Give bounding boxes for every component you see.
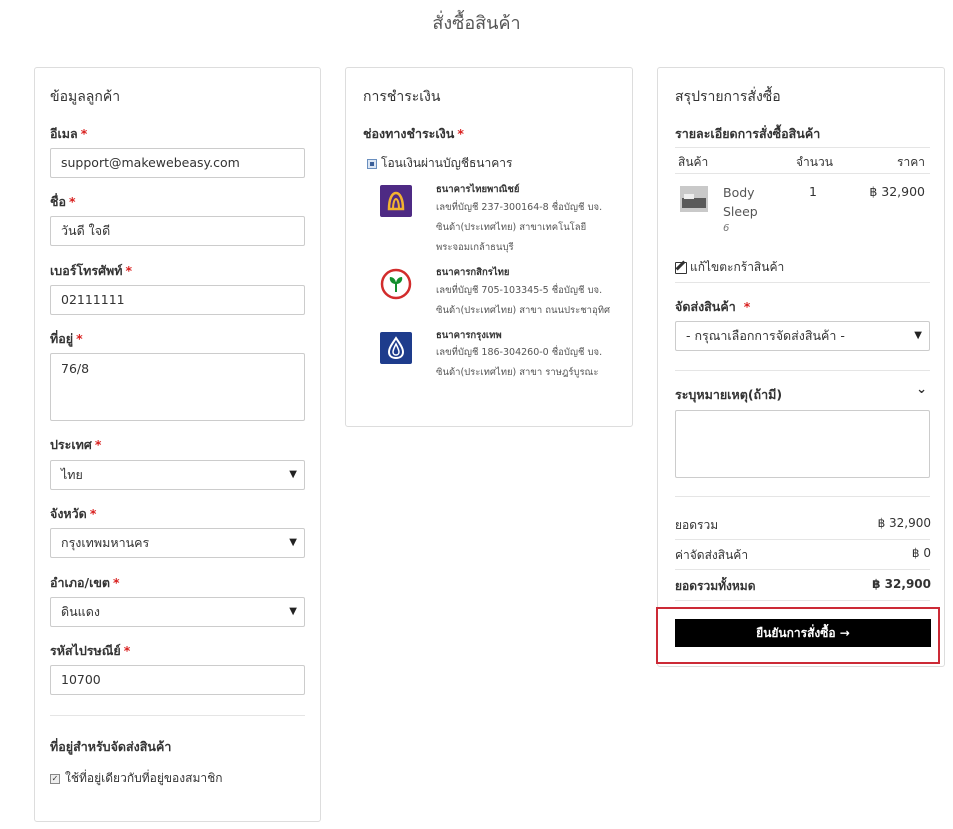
customer-panel-title: ข้อมูลลูกค้า [50,89,121,105]
divider [675,600,930,601]
country-label: ประเทศ * [50,437,102,452]
col-product-header: สินค้า [678,155,709,169]
shipping-cost-row: ค่าจัดส่งสินค้า฿ 0 [675,546,931,562]
product-thumbnail [680,186,708,212]
edit-cart-link[interactable]: แก้ไขตะกร้าสินค้า [675,258,784,277]
address-textarea[interactable]: 76/8 [50,353,305,421]
product-price: ฿ 32,900 [869,184,925,199]
scb-logo-icon [380,185,412,217]
page-title: สั่งซื้อสินค้า [432,13,521,34]
product-qty: 1 [809,184,817,199]
bank-detail: เลขที่บัญชี 237-300164-8 ชื่อบัญชี บจ. ซ… [436,202,603,253]
email-label: อีเมล * [50,126,88,141]
country-select[interactable]: ไทย ▼ [50,460,305,490]
edit-icon [675,260,687,274]
note-toggle-chevron-icon[interactable]: ⌄ [916,382,927,397]
col-price-header: ราคา [897,155,925,169]
divider [675,569,930,570]
note-textarea[interactable] [675,410,930,478]
bank-detail: เลขที่บัญชี 705-103345-5 ชื่อบัญชี บจ. ซ… [436,285,610,316]
divider [50,715,305,716]
divider [675,282,930,283]
district-label: อำเภอ/เขต * [50,575,120,590]
total-row: ยอดรวมทั้งหมด฿ 32,900 [675,577,931,593]
confirm-button-highlight [656,607,940,664]
district-select[interactable]: ดินแดง ▼ [50,597,305,627]
col-qty-header: จำนวน [796,155,833,169]
chevron-down-icon: ▼ [289,606,297,617]
province-label: จังหวัด * [50,506,97,521]
shipping-label: จัดส่งสินค้า * [675,299,751,314]
customer-panel: ข้อมูลลูกค้า อีเมล * support@makewebeasy.… [34,67,321,822]
order-summary-panel: สรุปรายการสั่งซื้อ รายละเอียดการสั่งซื้อ… [657,67,945,667]
bbl-logo-icon [380,332,412,364]
order-details-label: รายละเอียดการสั่งซื้อสินค้า [675,126,821,141]
summary-panel-title: สรุปรายการสั่งซื้อ [675,89,781,105]
chevron-down-icon: ▼ [914,330,922,341]
phone-label: เบอร์โทรศัพท์ * [50,263,133,278]
phone-field[interactable]: 02111111 [50,285,305,315]
chevron-down-icon: ▼ [289,469,297,480]
product-name[interactable]: Body Sleep [723,183,758,221]
postcode-field[interactable]: 10700 [50,665,305,695]
bank-transfer-option[interactable]: โอนเงินผ่านบัญชีธนาคาร [367,154,512,173]
postcode-label: รหัสไปรษณีย์ * [50,643,131,658]
divider [675,173,930,174]
divider [675,147,930,148]
divider [675,539,930,540]
divider [675,370,930,371]
radio-selected-icon[interactable] [367,158,377,169]
payment-panel-title: การชำระเงิน [363,89,441,105]
email-field[interactable]: support@makewebeasy.com [50,148,305,178]
shipping-address-title: ที่อยู่สำหรับจัดส่งสินค้า [50,739,172,754]
note-label: ระบุหมายเหตุ(ถ้ามี) [675,387,783,402]
payment-panel: การชำระเงิน ช่องทางชำระเงิน * โอนเงินผ่าน… [345,67,633,427]
bank-name: ธนาคารกสิกรไทย [436,267,510,278]
checkbox-checked-icon[interactable]: ✓ [50,773,60,784]
divider [675,496,930,497]
bank-name: ธนาคารกรุงเทพ [436,330,502,341]
chevron-down-icon: ▼ [289,537,297,548]
payment-channel-label: ช่องทางชำระเงิน * [363,126,464,141]
product-variant: 6 [723,223,730,234]
subtotal-row: ยอดรวม฿ 32,900 [675,516,931,532]
same-address-option[interactable]: ✓ ใช้ที่อยู่เดียวกับที่อยู่ของสมาชิก [50,769,223,788]
shipping-method-select[interactable]: - กรุณาเลือกการจัดส่งสินค้า - ▼ [675,321,930,351]
name-label: ชื่อ * [50,194,76,209]
bank-detail: เลขที่บัญชี 186-304260-0 ชื่อบัญชี บจ. ซ… [436,347,603,378]
address-label: ที่อยู่ * [50,331,83,346]
name-field[interactable]: วันดี ใจดี [50,216,305,246]
province-select[interactable]: กรุงเทพมหานคร ▼ [50,528,305,558]
bank-name: ธนาคารไทยพาณิชย์ [436,184,520,195]
kbank-logo-icon [380,268,412,300]
